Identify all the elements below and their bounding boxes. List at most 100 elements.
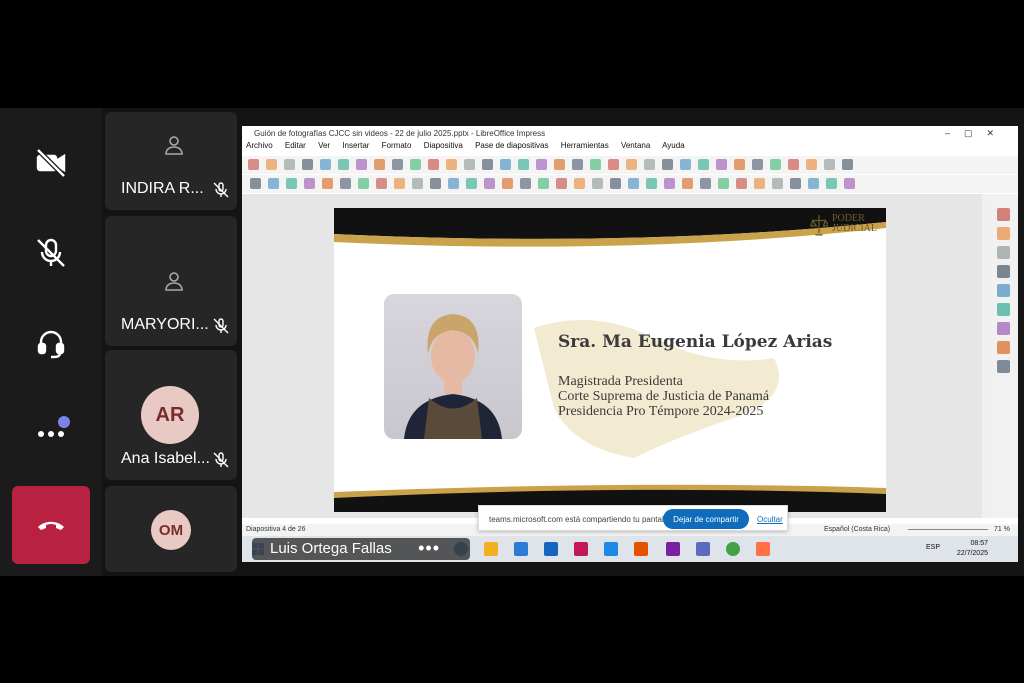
toolbar-button-icon[interactable] [448,178,459,189]
toolbar-button-icon[interactable] [824,159,835,170]
toolbar-button-icon[interactable] [808,178,819,189]
app-icon[interactable] [574,542,588,556]
toolbar-button-icon[interactable] [520,178,531,189]
toolbar-button-icon[interactable] [556,178,567,189]
menu-item[interactable]: Diapositiva [424,141,463,150]
toolbar-button-icon[interactable] [412,178,423,189]
toolbar-button-icon[interactable] [644,159,655,170]
sidebar-panel-icon[interactable] [997,227,1010,240]
mail-icon[interactable] [544,542,558,556]
sidebar-panel-icon[interactable] [997,303,1010,316]
participant-tile[interactable]: OM [105,486,237,572]
menu-item[interactable]: Archivo [246,141,273,150]
toolbar-button-icon[interactable] [572,159,583,170]
participant-tile[interactable]: INDIRA R... [105,112,237,210]
menu-item[interactable]: Editar [285,141,306,150]
toolbar-button-icon[interactable] [610,178,621,189]
toolbar-button-icon[interactable] [302,159,313,170]
toolbar-button-icon[interactable] [428,159,439,170]
toolbar-button-icon[interactable] [538,178,549,189]
toolbar-button-icon[interactable] [754,178,765,189]
toolbar-button-icon[interactable] [374,159,385,170]
store-icon[interactable] [514,542,528,556]
menu-item[interactable]: Formato [382,141,412,150]
menu-item[interactable]: Ver [318,141,330,150]
toolbar-button-icon[interactable] [500,159,511,170]
menu-item[interactable]: Insertar [342,141,369,150]
toolbar-button-icon[interactable] [826,178,837,189]
menu-item[interactable]: Herramientas [561,141,609,150]
toolbar-button-icon[interactable] [268,178,279,189]
file-explorer-icon[interactable] [484,542,498,556]
sidebar-panel-icon[interactable] [997,208,1010,221]
toolbar-button-icon[interactable] [752,159,763,170]
toolbar-button-icon[interactable] [250,178,261,189]
toolbar-button-icon[interactable] [718,178,729,189]
toolbar-button-icon[interactable] [484,178,495,189]
toolbar-button-icon[interactable] [628,178,639,189]
toolbar-button-icon[interactable] [392,159,403,170]
sidebar-panel-icon[interactable] [997,246,1010,259]
impress-icon[interactable] [756,542,770,556]
toolbar-button-icon[interactable] [464,159,475,170]
toolbar-button-icon[interactable] [790,178,801,189]
toolbar-button-icon[interactable] [410,159,421,170]
toolbar-button-icon[interactable] [536,159,547,170]
toolbar-button-icon[interactable] [844,178,855,189]
toolbar-button-icon[interactable] [286,178,297,189]
zoom-slider[interactable] [908,529,988,530]
toolbar-button-icon[interactable] [592,178,603,189]
audio-device-button[interactable] [12,304,90,382]
menu-item[interactable]: Ventana [621,141,650,150]
toolbar-button-icon[interactable] [554,159,565,170]
toolbar-button-icon[interactable] [266,159,277,170]
toolbar-button-icon[interactable] [626,159,637,170]
toolbar-button-icon[interactable] [574,178,585,189]
presenter-more-button[interactable]: ••• [418,538,440,559]
sidebar-panel-icon[interactable] [997,322,1010,335]
system-clock[interactable]: 08:57 22/7/2025 [957,539,988,559]
toolbar-button-icon[interactable] [772,178,783,189]
toolbar-button-icon[interactable] [338,159,349,170]
more-options-button[interactable] [12,394,90,472]
window-controls[interactable]: –▢✕ [945,128,1008,139]
toolbar-button-icon[interactable] [590,159,601,170]
input-language[interactable]: ESP [926,544,940,551]
zoom-level[interactable]: 71 % [994,526,1010,533]
toolbar-button-icon[interactable] [682,178,693,189]
sidebar-panel-icon[interactable] [997,265,1010,278]
toolbar-button-icon[interactable] [446,159,457,170]
chrome-icon[interactable] [726,542,740,556]
toolbar-button-icon[interactable] [662,159,673,170]
toolbar-button-icon[interactable] [842,159,853,170]
hide-banner-link[interactable]: Ocultar [757,515,783,524]
vertical-scrollbar[interactable] [982,194,990,518]
word-icon[interactable] [604,542,618,556]
end-call-button[interactable] [12,486,90,564]
participant-tile[interactable]: AR Ana Isabel... [105,350,237,480]
toolbar-button-icon[interactable] [376,178,387,189]
toolbar-button-icon[interactable] [698,159,709,170]
toolbar-button-icon[interactable] [770,159,781,170]
participant-tile[interactable]: MARYORI... [105,216,237,346]
toolbar-button-icon[interactable] [304,178,315,189]
toolbar-button-icon[interactable] [608,159,619,170]
toolbar-button-icon[interactable] [248,159,259,170]
sidebar-panel-icon[interactable] [997,284,1010,297]
menu-item[interactable]: Pase de diapositivas [475,141,548,150]
toolbar-button-icon[interactable] [322,178,333,189]
menu-item[interactable]: Ayuda [662,141,685,150]
toolbar-button-icon[interactable] [358,178,369,189]
toolbar-button-icon[interactable] [482,159,493,170]
teams-icon[interactable] [696,542,710,556]
sidebar-panel-icon[interactable] [997,341,1010,354]
toolbar-button-icon[interactable] [680,159,691,170]
sidebar-panel-icon[interactable] [997,360,1010,373]
toolbar-button-icon[interactable] [736,178,747,189]
powerpoint-icon[interactable] [634,542,648,556]
toolbar-button-icon[interactable] [502,178,513,189]
language-status[interactable]: Español (Costa Rica) [824,526,890,533]
toolbar-button-icon[interactable] [356,159,367,170]
toolbar-button-icon[interactable] [430,178,441,189]
toolbar-button-icon[interactable] [700,178,711,189]
